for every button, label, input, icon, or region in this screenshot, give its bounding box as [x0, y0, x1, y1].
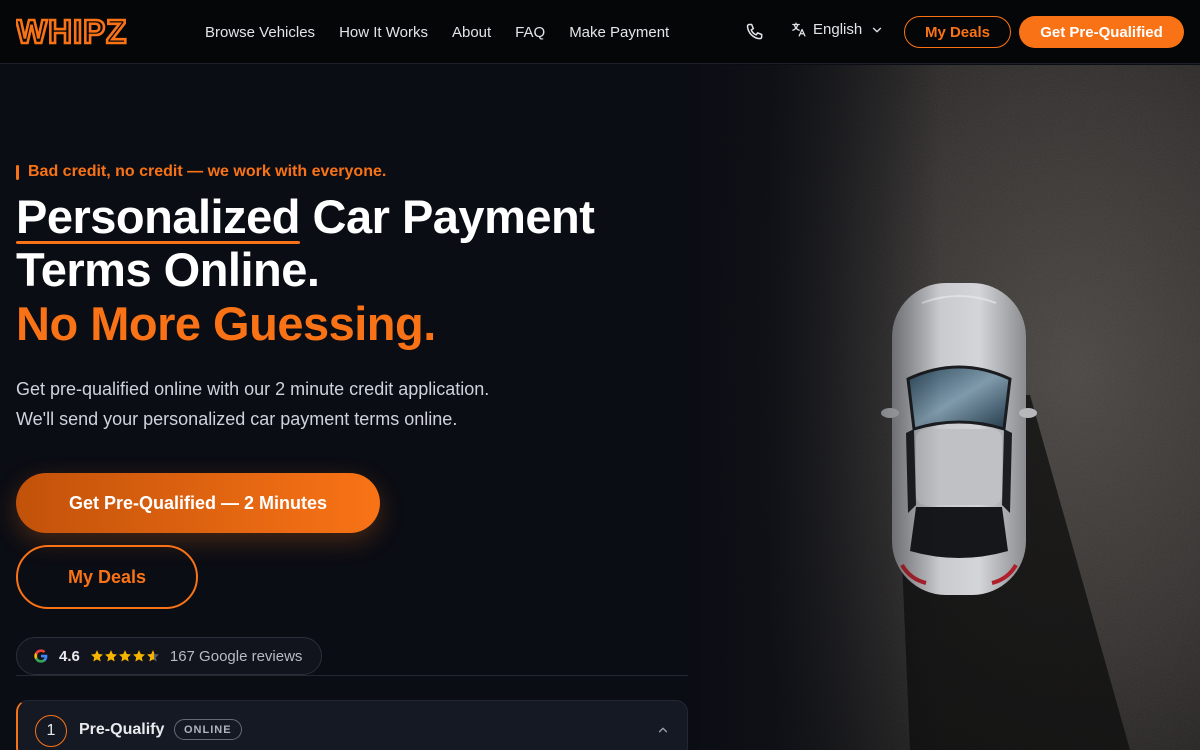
step-number: 1 — [35, 715, 67, 747]
nav-about[interactable]: About — [452, 24, 491, 41]
star-rating — [90, 649, 160, 663]
chevron-up-icon[interactable] — [656, 723, 670, 737]
language-selector[interactable]: English — [790, 21, 884, 38]
my-deals-nav-button[interactable]: My Deals — [904, 16, 1011, 48]
star-icon — [104, 650, 117, 662]
top-nav: WHIPZ Browse Vehicles How It Works About… — [0, 0, 1200, 64]
hero-title-line-1: Personalized Car Payment — [16, 190, 595, 244]
star-icon — [118, 650, 131, 662]
phone-icon[interactable] — [745, 22, 765, 42]
star-half-icon — [146, 650, 159, 662]
hero-title-highlight: Personalized — [16, 190, 300, 244]
step-accordion-pre-qualify[interactable]: 1 Pre-Qualify ONLINE — [16, 700, 688, 750]
hero-title-rest: Car Payment — [299, 190, 595, 243]
get-prequalified-cta-button[interactable]: Get Pre-Qualified — 2 Minutes — [16, 473, 380, 533]
my-deals-cta-button[interactable]: My Deals — [16, 545, 198, 609]
hero-subtitle-line-1: Get pre-qualified online with our 2 minu… — [16, 379, 490, 399]
section-divider — [16, 675, 688, 676]
chevron-down-icon — [873, 27, 882, 32]
main-nav: Browse Vehicles How It Works About FAQ M… — [205, 0, 669, 64]
hero-tagline: Bad credit, no credit — we work with eve… — [16, 163, 386, 181]
whipz-logo[interactable]: WHIPZ — [16, 16, 148, 46]
language-label: English — [813, 21, 863, 38]
step-badge: ONLINE — [174, 719, 242, 740]
step-title: Pre-Qualify — [79, 721, 165, 738]
tagline-accent-bar — [16, 164, 19, 180]
nav-how-it-works[interactable]: How It Works — [339, 24, 428, 41]
hero-fade-overlay — [680, 65, 940, 750]
nav-make-payment[interactable]: Make Payment — [569, 24, 669, 41]
svg-text:WHIPZ: WHIPZ — [16, 16, 127, 46]
nav-browse-vehicles[interactable]: Browse Vehicles — [205, 24, 315, 41]
rating-value: 4.6 — [59, 647, 80, 665]
get-prequalified-nav-button[interactable]: Get Pre-Qualified — [1019, 16, 1184, 48]
review-count: 167 Google reviews — [169, 647, 303, 665]
star-icon — [132, 650, 145, 662]
google-reviews-badge[interactable]: 4.6 167 Google reviews — [16, 637, 322, 675]
google-icon — [34, 649, 48, 663]
translate-icon — [792, 22, 806, 37]
star-icon — [90, 650, 103, 662]
hero-title-line-3: No More Guessing. — [16, 297, 436, 350]
nav-faq[interactable]: FAQ — [515, 24, 545, 41]
hero-subtitle-line-2: We'll send your personalized car payment… — [16, 409, 458, 429]
hero-title-line-2: Terms Online. — [16, 243, 320, 296]
tagline-text: Bad credit, no credit — we work with eve… — [28, 163, 387, 180]
